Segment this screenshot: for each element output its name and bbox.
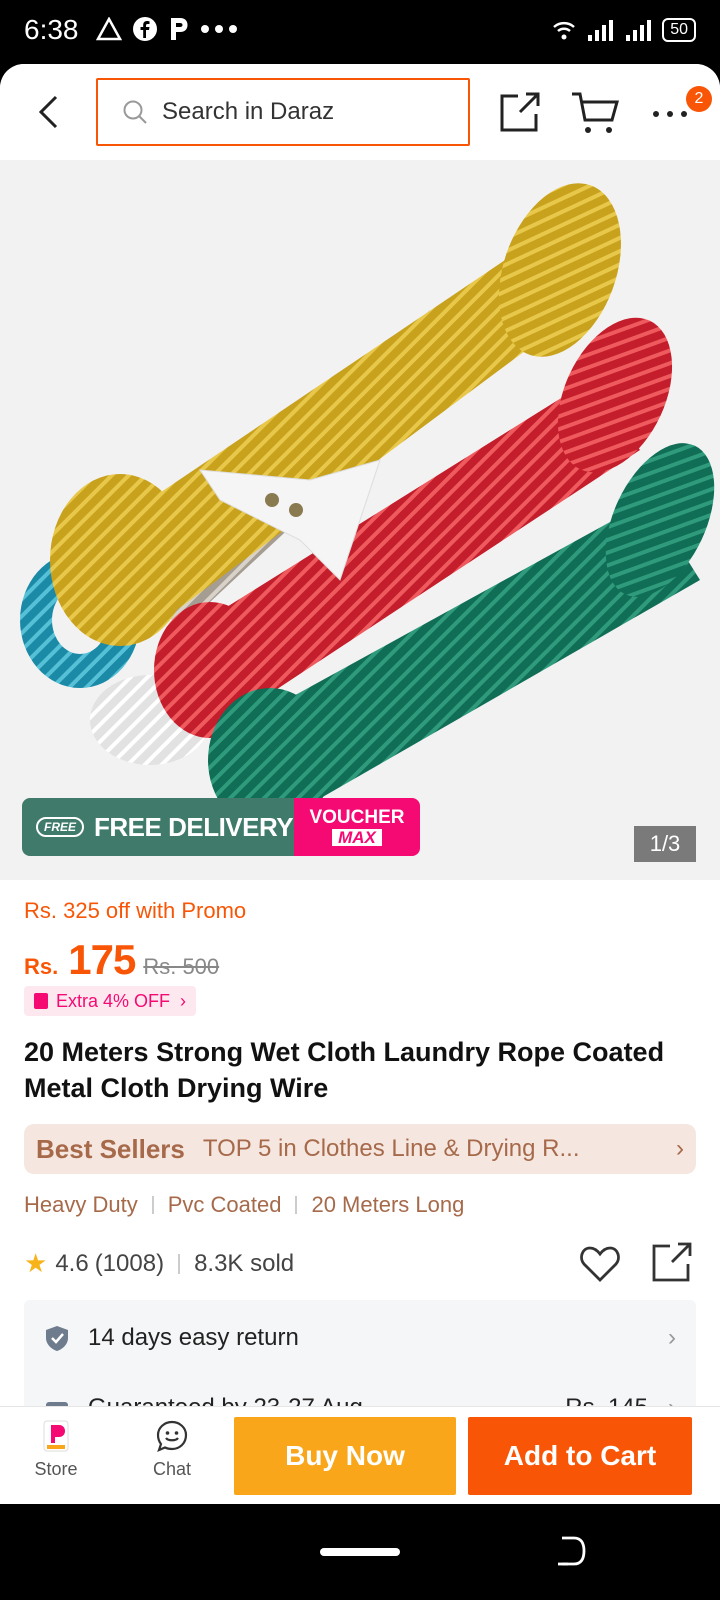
price-value: 175 — [68, 936, 136, 983]
rating-count: (1008) — [94, 1249, 165, 1277]
wifi-icon — [553, 22, 576, 40]
voucher-line2: MAX — [332, 829, 382, 846]
old-price: Rs. 500 — [143, 954, 220, 979]
cart-badge: 2 — [686, 86, 712, 112]
status-right-icons: 50 — [552, 18, 696, 42]
battery-indicator: 50 — [662, 18, 696, 42]
tag-separator — [151, 1196, 154, 1214]
tag-heavy-duty: Heavy Duty — [24, 1192, 138, 1217]
product-image-carousel[interactable]: FREE FREE DELIVERY VOUCHER MAX 1/3 — [0, 160, 720, 880]
status-bar: 6:38 50 — [0, 0, 720, 64]
product-image — [0, 160, 720, 880]
extra-off-chip[interactable]: Extra 4% OFF › — [24, 986, 197, 1016]
free-tag: FREE — [36, 817, 85, 837]
signal-icon-1 — [588, 20, 614, 41]
product-title: 20 Meters Strong Wet Cloth Laundry Rope … — [24, 1037, 665, 1103]
chevron-right-icon: › — [676, 1135, 684, 1162]
free-delivery-text: FREE DELIVERY — [94, 811, 294, 842]
feature-tags: Heavy Duty Pvc Coated 20 Meters Long — [24, 1192, 464, 1218]
home-gesture-pill[interactable] — [320, 1548, 400, 1556]
price-row: Rs. 175 Rs. 500 — [24, 936, 219, 984]
share-icon[interactable] — [496, 88, 544, 136]
tag-length: 20 Meters Long — [311, 1192, 465, 1217]
rating-separator — [178, 1253, 181, 1274]
bestseller-banner[interactable]: Best Sellers TOP 5 in Clothes Line & Dry… — [24, 1124, 696, 1174]
promo-badge: FREE FREE DELIVERY VOUCHER MAX — [22, 798, 420, 856]
voucher-max-badge: VOUCHER MAX — [294, 798, 420, 856]
top-bar: Search in Daraz 2 — [0, 64, 720, 160]
wishlist-heart-icon[interactable] — [578, 1242, 622, 1286]
alert-triangle-icon — [96, 17, 122, 41]
bestseller-logo: Best Sellers — [36, 1133, 185, 1164]
store-logo-icon — [43, 1420, 69, 1452]
rotate-screen-icon[interactable] — [554, 1534, 588, 1568]
voucher-icon — [34, 993, 48, 1009]
extra-off-text: Extra 4% OFF — [56, 990, 171, 1011]
buy-now-button[interactable]: Buy Now — [234, 1417, 456, 1495]
search-input[interactable]: Search in Daraz — [96, 78, 470, 146]
shield-icon — [46, 1326, 68, 1351]
facebook-icon — [133, 17, 157, 41]
tag-pvc-coated: Pvc Coated — [167, 1192, 282, 1217]
status-left-icons — [96, 16, 238, 42]
rating-row[interactable]: ★ 4.6 (1008) 8.3K sold — [24, 1248, 294, 1279]
chat-label: Chat — [152, 1459, 192, 1479]
voucher-line1: VOUCHER — [309, 807, 405, 828]
search-icon — [123, 100, 147, 124]
chat-button[interactable]: Chat — [136, 1419, 208, 1480]
easy-return-text: 14 days easy return — [88, 1324, 299, 1351]
back-button[interactable] — [24, 88, 72, 136]
bottom-action-bar: Store Chat Buy Now Add to Cart — [0, 1406, 720, 1504]
store-label: Store — [34, 1459, 78, 1479]
chevron-left-icon — [38, 95, 58, 129]
chevron-right-icon: › — [180, 990, 187, 1011]
signal-icon-2 — [626, 20, 652, 41]
status-time: 6:38 — [24, 14, 79, 45]
easy-return-row[interactable]: 14 days easy return › — [44, 1318, 676, 1358]
image-counter: 1/3 — [634, 826, 696, 862]
add-to-cart-button[interactable]: Add to Cart — [468, 1417, 692, 1495]
more-notifications-icon — [201, 25, 237, 33]
store-button[interactable]: Store — [20, 1419, 92, 1480]
chevron-right-icon: › — [668, 1324, 676, 1351]
star-icon: ★ — [24, 1248, 48, 1278]
chat-icon — [156, 1420, 188, 1452]
price-currency: Rs. — [24, 954, 59, 979]
promo-text[interactable]: Rs. 325 off with Promo — [24, 898, 246, 924]
system-navigation-bar — [0, 1504, 720, 1600]
rating-value: 4.6 — [55, 1249, 89, 1277]
bestseller-text: TOP 5 in Clothes Line & Drying R... — [202, 1135, 580, 1162]
free-delivery-badge: FREE FREE DELIVERY — [22, 798, 294, 856]
search-placeholder: Search in Daraz — [162, 98, 335, 125]
cart-icon[interactable] — [570, 90, 620, 136]
share-product-icon[interactable] — [650, 1240, 694, 1284]
p-app-icon — [171, 18, 188, 40]
app-screen: Search in Daraz 2 FREE FREE DELIVERY VOU… — [0, 64, 720, 1504]
more-options-icon[interactable] — [650, 94, 690, 134]
tag-separator — [295, 1196, 298, 1214]
sold-count: 8.3K sold — [194, 1249, 295, 1277]
